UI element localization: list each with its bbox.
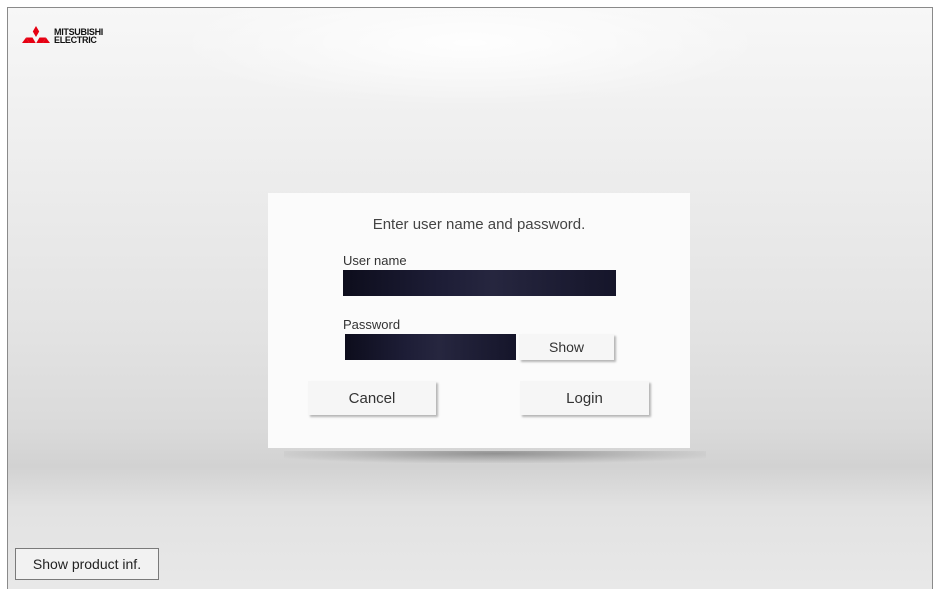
password-input[interactable] [345,334,516,360]
brand-logo: MITSUBISHI ELECTRIC [22,23,103,49]
show-password-button[interactable]: Show [519,334,614,360]
mitsubishi-logo-icon [22,26,50,43]
username-label: User name [343,253,407,268]
dialog-shadow [284,451,706,463]
cancel-button[interactable]: Cancel [308,381,436,415]
username-input[interactable] [343,270,616,296]
login-dialog: Enter user name and password. User name … [268,193,690,448]
login-button[interactable]: Login [520,381,649,415]
brand-line2: ELECTRIC [54,35,97,45]
show-product-info-button[interactable]: Show product inf. [15,548,159,580]
brand-wordmark: MITSUBISHI ELECTRIC [54,28,103,45]
dialog-title: Enter user name and password. [372,216,586,233]
password-label: Password [343,317,401,332]
app-window: MITSUBISHI ELECTRIC Enter user name and … [7,7,933,589]
